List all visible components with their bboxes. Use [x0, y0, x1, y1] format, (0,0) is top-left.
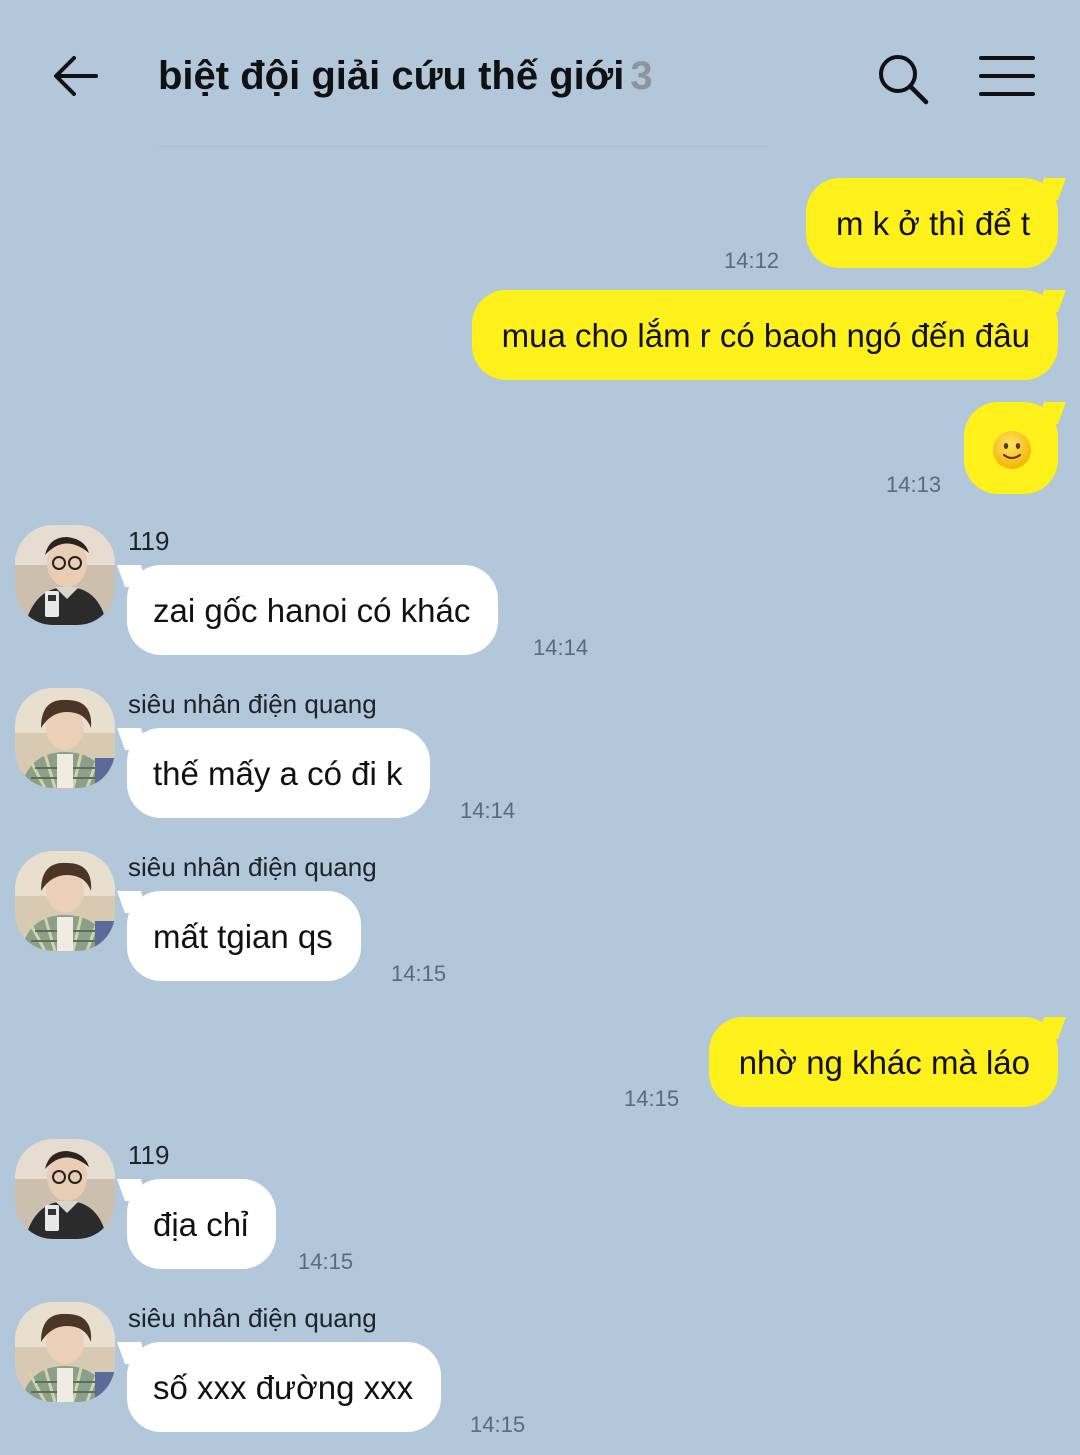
sender-name: siêu nhân điện quang — [128, 689, 377, 719]
message-text: địa chỉ — [153, 1206, 249, 1243]
their-message-bubble[interactable]: mất tgian qs — [127, 891, 361, 981]
message-time: 14:13 — [886, 472, 942, 497]
message-time: 14:15 — [391, 961, 447, 986]
my-message-bubble[interactable] — [964, 402, 1058, 495]
avatar-sieu-nhan-dien-quang[interactable] — [15, 851, 115, 951]
message-text: số xxx đường xxx — [153, 1369, 414, 1406]
sender-name: 119 — [128, 1140, 170, 1170]
sender-name: 119 — [128, 526, 170, 556]
message-text: mất tgian qs — [153, 918, 333, 955]
message-time: 14:12 — [724, 248, 780, 273]
message-text: mua cho lắm r có baoh ngó đến đâu — [501, 317, 1030, 354]
header-divider — [158, 146, 768, 147]
message-time: 14:14 — [533, 635, 589, 660]
their-message-bubble[interactable]: zai gốc hanoi có khác — [127, 565, 499, 655]
message-text: thế mấy a có đi k — [153, 755, 403, 792]
search-icon[interactable] — [874, 50, 930, 106]
hamburger-menu-icon[interactable] — [978, 52, 1036, 100]
message-text: nhờ ng khác mà láo — [738, 1044, 1030, 1081]
message-time: 14:15 — [624, 1086, 680, 1111]
message-time: 14:14 — [460, 798, 516, 823]
my-message-bubble[interactable]: nhờ ng khác mà láo — [708, 1017, 1058, 1107]
message-text: zai gốc hanoi có khác — [153, 592, 471, 629]
message-time: 14:15 — [298, 1249, 354, 1274]
my-message-bubble[interactable]: m k ở thì để t — [805, 178, 1058, 268]
avatar-sieu-nhan-dien-quang[interactable] — [15, 688, 115, 788]
chat-header: biệt đội giải cứu thế giới 3 — [0, 0, 1080, 150]
avatar-119[interactable] — [15, 1139, 115, 1239]
message-time: 14:15 — [470, 1412, 526, 1437]
their-message-bubble[interactable]: số xxx đường xxx — [127, 1342, 442, 1432]
sender-name: siêu nhân điện quang — [128, 1303, 377, 1333]
my-message-bubble[interactable]: mua cho lắm r có baoh ngó đến đâu — [471, 290, 1058, 380]
their-message-bubble[interactable]: thế mấy a có đi k — [127, 728, 431, 818]
message-text: m k ở thì để t — [835, 205, 1030, 242]
chat-title: biệt đội giải cứu thế giới 3 — [158, 50, 653, 102]
avatar-119[interactable] — [15, 525, 115, 625]
member-count: 3 — [630, 54, 653, 98]
slightly-smiling-face-emoji — [992, 430, 1032, 470]
avatar-sieu-nhan-dien-quang[interactable] — [15, 1302, 115, 1402]
their-message-bubble[interactable]: địa chỉ — [127, 1179, 277, 1269]
arrow-left-icon[interactable] — [48, 48, 104, 104]
chat-title-text: biệt đội giải cứu thế giới — [158, 54, 625, 98]
sender-name: siêu nhân điện quang — [128, 852, 377, 882]
